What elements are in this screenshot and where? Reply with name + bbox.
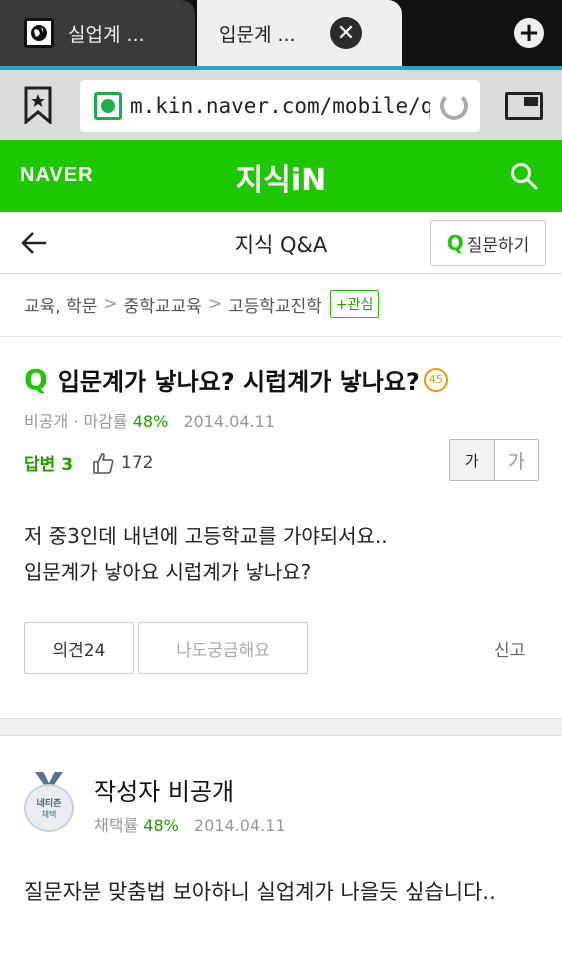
- medal-label: 네티즌: [36, 799, 62, 809]
- section-separator: [0, 718, 562, 736]
- site-header: NAVER 지식iN: [0, 140, 562, 212]
- kin-logo[interactable]: 지식iN: [0, 155, 562, 199]
- question-body: 저 중3인데 내년에 고등학교를 가야되서요.. 입문계가 낳아요 시럽계가 낳…: [24, 518, 544, 590]
- breadcrumb-item[interactable]: 고등학교진학: [228, 292, 322, 317]
- ask-question-label: 질문하기: [466, 235, 530, 256]
- add-interest-button[interactable]: +관심: [329, 290, 380, 318]
- naver-favicon-icon: [94, 92, 122, 120]
- answer-author: 작성자 비공개: [94, 778, 235, 806]
- divider: [0, 336, 562, 337]
- medal-body: 네티즌 채택: [24, 784, 74, 832]
- breadcrumb-separator: >: [207, 294, 223, 314]
- tab-background[interactable]: 실업계 ...: [0, 0, 195, 66]
- tab-title: 실업계 ...: [68, 23, 145, 46]
- globe-icon: [24, 18, 54, 48]
- tab-active[interactable]: 입문계 ... ✕: [197, 0, 402, 66]
- question-date: 2014.04.11: [183, 412, 275, 431]
- like-count: 172: [121, 452, 154, 473]
- question-title-row: Q 입문계가 낳나요? 시럽계가 낳나요? 45: [24, 362, 448, 397]
- browser-tab-bar: 실업계 ... 입문계 ... ✕ +: [0, 0, 562, 70]
- font-large-button[interactable]: 가: [495, 440, 539, 480]
- question-body-line: 입문계가 낳아요 시럽계가 낳나요?: [24, 560, 312, 584]
- answer-meta: 채택률 48% 2014.04.11: [94, 812, 286, 836]
- question-stats: 답변 3 172: [24, 450, 153, 475]
- adopt-rate-label: 채택률: [94, 816, 139, 835]
- window-mode-icon[interactable]: [505, 92, 543, 120]
- q-icon: Q: [446, 231, 464, 255]
- breadcrumb: 교육, 학문 > 중학교교육 > 고등학교진학 +관심: [24, 290, 380, 318]
- me-too-curious-button[interactable]: 나도궁금해요: [138, 622, 308, 674]
- close-rate-label: · 마감률: [73, 412, 128, 431]
- report-link[interactable]: 신고: [494, 636, 525, 661]
- url-field[interactable]: m.kin.naver.com/mobile/qna: [80, 80, 480, 132]
- breadcrumb-separator: >: [103, 294, 118, 314]
- tab-title: 입문계 ...: [219, 23, 296, 46]
- font-small-button[interactable]: 가: [450, 440, 495, 480]
- opinion-button[interactable]: 의견24: [24, 622, 134, 674]
- question-body-line: 저 중3인데 내년에 고등학교를 가야되서요..: [24, 524, 388, 548]
- adopt-rate-value: 48%: [143, 816, 179, 835]
- reload-icon[interactable]: [440, 92, 468, 120]
- new-tab-button[interactable]: +: [514, 18, 544, 48]
- thumbs-up-icon[interactable]: [91, 451, 115, 475]
- font-size-toggle: 가 가: [449, 439, 539, 481]
- ask-question-button[interactable]: Q 질문하기: [430, 220, 546, 266]
- bookmark-icon[interactable]: [24, 86, 52, 124]
- netizen-adopted-medal-icon: 네티즌 채택: [24, 772, 74, 832]
- page-subheader: 지식 Q&A Q 질문하기: [0, 212, 562, 274]
- points-badge: 45: [423, 367, 448, 392]
- question-mark-icon: Q: [24, 363, 48, 396]
- answer-date: 2014.04.11: [193, 816, 286, 835]
- answer-count[interactable]: 답변 3: [24, 450, 73, 475]
- question-author: 비공개: [24, 412, 69, 431]
- search-icon[interactable]: [510, 162, 538, 190]
- breadcrumb-item[interactable]: 중학교교육: [124, 292, 202, 317]
- question-meta: 비공개 · 마감률 48% 2014.04.11: [24, 408, 275, 432]
- breadcrumb-item[interactable]: 교육, 학문: [24, 292, 97, 317]
- address-bar-area: m.kin.naver.com/mobile/qna: [0, 70, 562, 140]
- medal-sublabel: 채택: [41, 810, 57, 819]
- close-rate-value: 48%: [132, 412, 169, 431]
- close-icon[interactable]: ✕: [330, 17, 362, 49]
- question-title: 입문계가 낳나요? 시럽계가 낳나요?: [57, 368, 420, 396]
- url-text: m.kin.naver.com/mobile/qna: [130, 94, 430, 118]
- answer-body: 질문자분 맞춤법 보아하니 실업계가 나을듯 싶습니다..: [24, 880, 496, 904]
